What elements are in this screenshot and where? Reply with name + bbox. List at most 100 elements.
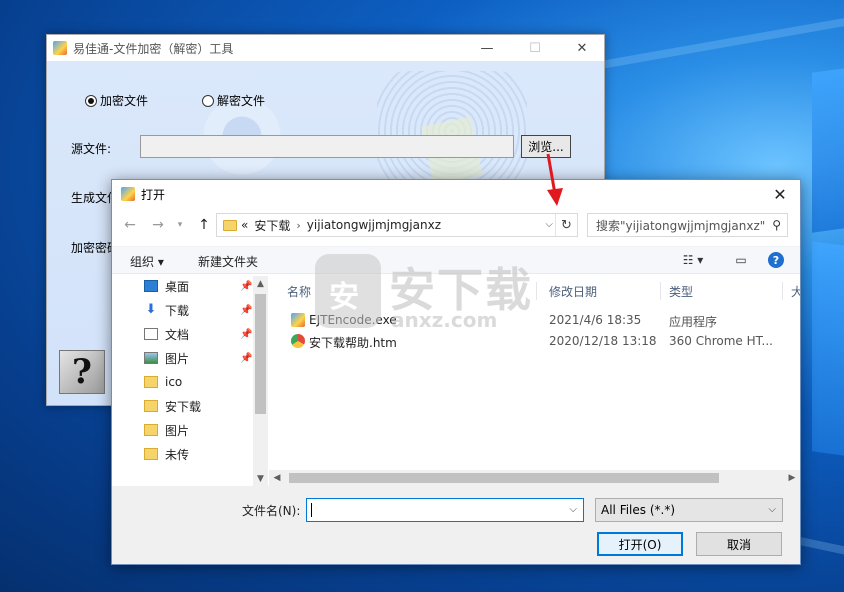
filename-label: 文件名(N): <box>242 504 301 518</box>
close-icon[interactable]: ✕ <box>559 35 605 61</box>
pictures-icon <box>144 352 158 364</box>
navigation-pane: 桌面 📌 ⬇ 下载 📌 文档 📌 图片 📌 ico 安下载 图片 未传 <box>112 276 268 486</box>
nav-item-label: 桌面 <box>165 279 190 294</box>
column-header-name[interactable]: 名称 <box>279 282 537 300</box>
dialog-footer: 文件名(N): ⌵ All Files (*.*) ⌵ 打开(O) 取消 <box>112 486 800 564</box>
document-icon <box>144 328 158 340</box>
pin-icon: 📌 <box>240 304 253 316</box>
up-arrow-icon[interactable]: ↑ <box>194 215 214 235</box>
pin-icon: 📌 <box>240 280 253 292</box>
download-icon: ⬇ <box>145 302 157 317</box>
column-header-size[interactable]: 大 <box>783 282 800 300</box>
chevron-down-icon[interactable]: ⌵ <box>545 219 553 230</box>
htm-icon <box>291 334 305 348</box>
decrypt-radio-label: 解密文件 <box>217 94 266 108</box>
chevron-down-icon[interactable]: ⌵ <box>569 504 577 515</box>
open-file-dialog: 打开 ✕ ← → ▾ ↑ « 安下载 › yijiatongwjjmjmgjan… <box>111 179 801 565</box>
breadcrumb-item[interactable]: yijiatongwjjmjmgjanxz <box>307 218 441 232</box>
nav-item-label: ico <box>165 375 183 389</box>
pin-icon: 📌 <box>240 328 253 340</box>
chevron-down-icon: ⌵ <box>768 504 776 515</box>
recent-chevron-icon[interactable]: ▾ <box>170 215 190 235</box>
nav-item-folder[interactable]: 未传 <box>144 444 254 464</box>
decrypt-radio[interactable]: 解密文件 <box>202 92 265 109</box>
scroll-right-icon[interactable]: ▶ <box>784 470 800 486</box>
file-type: 应用程序 <box>669 315 718 329</box>
folder-icon <box>144 448 158 460</box>
breadcrumb-separator-icon: › <box>296 218 301 232</box>
new-folder-button[interactable]: 新建文件夹 <box>198 253 258 270</box>
file-horizontal-scrollbar[interactable]: ◀ ▶ <box>269 470 800 486</box>
browse-button[interactable]: 浏览... <box>521 135 571 158</box>
text-caret <box>311 503 312 517</box>
back-arrow-icon[interactable]: ← <box>120 215 140 235</box>
nav-item-label: 未传 <box>165 447 190 462</box>
file-name: EJTEncode.exe <box>309 313 397 327</box>
title-bar[interactable]: 易佳通-文件加密（解密）工具 — ☐ ✕ <box>47 35 604 61</box>
help-icon[interactable]: ? <box>768 252 784 268</box>
file-date: 2021/4/6 18:35 <box>549 313 642 327</box>
filename-input[interactable]: ⌵ <box>306 498 584 522</box>
pin-icon: 📌 <box>240 352 253 364</box>
dialog-title: 打开 <box>141 187 166 202</box>
nav-item-desktop[interactable]: 桌面 📌 <box>144 276 254 296</box>
nav-item-documents[interactable]: 文档 📌 <box>144 324 254 344</box>
dialog-title-bar[interactable]: 打开 ✕ <box>112 180 800 208</box>
nav-item-label: 文档 <box>165 327 190 342</box>
encrypt-radio[interactable]: 加密文件 <box>85 92 148 109</box>
nav-item-label: 安下载 <box>165 399 202 414</box>
file-type: 360 Chrome HT... <box>669 334 773 348</box>
command-bar: 组织 ▾ 新建文件夹 ☷ ▾ ▭ ? <box>112 246 800 274</box>
window-title: 易佳通-文件加密（解密）工具 <box>73 41 234 56</box>
source-file-input[interactable] <box>140 135 514 158</box>
search-input[interactable]: 搜索"yijiatongwjjmjmgjanxz" ⚲ <box>587 213 788 237</box>
maximize-icon[interactable]: ☐ <box>512 35 558 61</box>
navigation-row: ← → ▾ ↑ « 安下载 › yijiatongwjjmjmgjanxz ⌵ … <box>112 211 800 239</box>
nav-item-pictures[interactable]: 图片 📌 <box>144 348 254 368</box>
folder-icon <box>144 424 158 436</box>
column-header-date[interactable]: 修改日期 <box>541 282 661 300</box>
scroll-thumb[interactable] <box>289 473 719 483</box>
windows-logo-pane <box>812 67 844 233</box>
nav-item-label: 下载 <box>165 303 190 318</box>
cancel-button[interactable]: 取消 <box>696 532 782 556</box>
file-date: 2020/12/18 13:18 <box>549 334 657 348</box>
nav-item-folder[interactable]: 图片 <box>144 420 254 440</box>
nav-item-downloads[interactable]: ⬇ 下载 📌 <box>144 300 254 320</box>
nav-item-folder[interactable]: 安下载 <box>144 396 254 416</box>
app-icon <box>121 187 135 201</box>
forward-arrow-icon[interactable]: → <box>148 215 168 235</box>
open-button[interactable]: 打开(O) <box>597 532 683 556</box>
preview-pane-icon[interactable]: ▭ <box>732 252 750 268</box>
exe-icon <box>291 313 305 327</box>
file-row[interactable]: 安下载帮助.htm 2020/12/18 13:18 360 Chrome HT… <box>269 331 800 351</box>
radio-unselected-icon <box>202 94 214 107</box>
windows-logo-pane <box>812 241 844 457</box>
folder-icon <box>144 400 158 412</box>
nav-item-folder[interactable]: ico <box>144 372 254 392</box>
file-type-value: All Files (*.*) <box>601 503 676 517</box>
scroll-down-icon[interactable]: ▼ <box>253 471 268 486</box>
close-icon[interactable]: ✕ <box>760 180 800 208</box>
view-options-icon[interactable]: ☷ ▾ <box>676 252 710 268</box>
scroll-up-icon[interactable]: ▲ <box>253 276 268 291</box>
organize-button[interactable]: 组织 ▾ <box>130 253 164 270</box>
breadcrumb-overflow[interactable]: « <box>241 218 248 232</box>
folder-icon <box>223 219 237 231</box>
desktop-icon <box>144 280 158 292</box>
encrypt-radio-label: 加密文件 <box>100 94 149 108</box>
file-list: 名称 修改日期 类型 大 EJTEncode.exe 2021/4/6 18:3… <box>269 276 800 486</box>
nav-item-label: 图片 <box>165 351 190 366</box>
column-header-type[interactable]: 类型 <box>661 282 783 300</box>
minimize-icon[interactable]: — <box>464 35 510 61</box>
address-bar[interactable]: « 安下载 › yijiatongwjjmjmgjanxz ⌵ ↻ <box>216 213 578 237</box>
scroll-thumb[interactable] <box>255 294 266 414</box>
scroll-left-icon[interactable]: ◀ <box>269 470 285 486</box>
refresh-icon[interactable]: ↻ <box>555 214 577 236</box>
file-row[interactable]: EJTEncode.exe 2021/4/6 18:35 应用程序 <box>269 310 800 330</box>
file-type-select[interactable]: All Files (*.*) ⌵ <box>595 498 783 522</box>
source-file-label: 源文件: <box>71 142 112 156</box>
nav-scrollbar[interactable]: ▲ ▼ <box>253 276 268 486</box>
help-button[interactable]: ? <box>59 350 105 394</box>
breadcrumb-item[interactable]: 安下载 <box>254 217 290 234</box>
